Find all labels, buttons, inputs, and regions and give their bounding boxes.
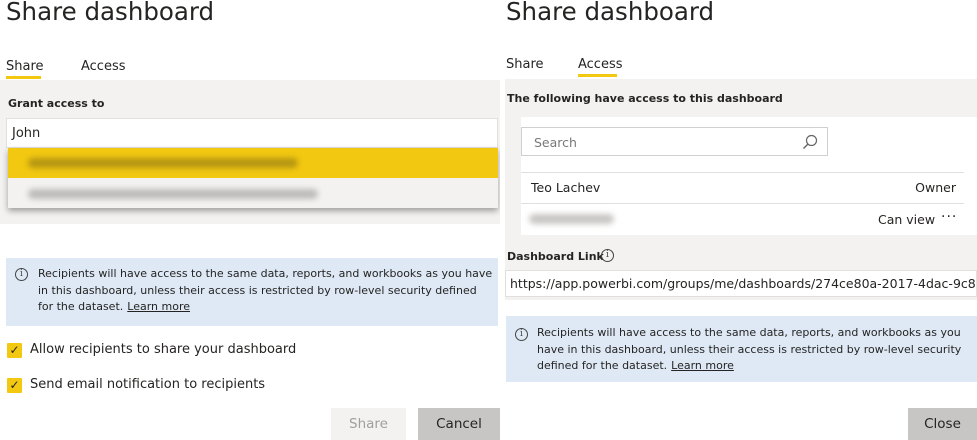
blurred-suggestion-text xyxy=(28,189,318,199)
search-icon[interactable] xyxy=(802,134,818,150)
user-row: Teo Lachev Owner xyxy=(521,173,964,203)
tab-active-indicator xyxy=(6,76,41,79)
dialog-title: Share dashboard xyxy=(6,0,215,26)
cancel-button[interactable]: Cancel xyxy=(418,408,500,440)
info-icon[interactable]: i xyxy=(601,249,614,262)
share-button[interactable]: Share xyxy=(331,408,406,440)
dashboard-link-field[interactable]: https://app.powerbi.com/groups/me/dashbo… xyxy=(505,270,977,297)
access-list-area: Search Teo Lachev Owner Can view ··· xyxy=(521,117,977,235)
info-box: i Recipients will have access to the sam… xyxy=(6,258,498,326)
dashboard-link-label: Dashboard Link xyxy=(507,250,604,263)
tab-access[interactable]: Access xyxy=(578,57,623,72)
user-name: Teo Lachev xyxy=(531,180,601,195)
suggestion-item[interactable] xyxy=(8,148,498,178)
suggestion-item[interactable] xyxy=(8,178,498,208)
grant-access-label: Grant access to xyxy=(8,97,105,110)
send-email-label: Send email notification to recipients xyxy=(30,377,266,392)
search-placeholder: Search xyxy=(534,135,577,150)
allow-share-label: Allow recipients to share your dashboard xyxy=(30,342,297,357)
allow-share-checkbox[interactable]: ✓ xyxy=(7,343,22,358)
tab-active-indicator xyxy=(578,74,617,77)
dialog-title: Share dashboard xyxy=(506,0,715,26)
share-dialog: Share dashboard Share Access Grant acces… xyxy=(0,0,500,440)
user-row: Can view ··· xyxy=(521,204,964,234)
more-options-icon[interactable]: ··· xyxy=(941,209,957,225)
dashboard-link-url: https://app.powerbi.com/groups/me/dashbo… xyxy=(510,276,977,291)
info-icon: i xyxy=(515,328,528,341)
send-email-checkbox[interactable]: ✓ xyxy=(7,378,22,393)
access-heading: The following have access to this dashbo… xyxy=(507,92,783,105)
access-dialog: Share dashboard Share Access The followi… xyxy=(505,0,977,440)
info-box: i Recipients will have access to the sam… xyxy=(506,316,977,382)
suggestion-dropdown xyxy=(8,148,498,208)
tab-access[interactable]: Access xyxy=(81,59,126,74)
learn-more-link[interactable]: Learn more xyxy=(127,300,190,313)
tab-share[interactable]: Share xyxy=(506,57,544,72)
tab-share[interactable]: Share xyxy=(6,59,44,74)
close-button[interactable]: Close xyxy=(908,408,977,440)
grant-access-input-value: John xyxy=(12,126,41,141)
blurred-suggestion-text xyxy=(28,158,298,168)
info-text: Recipients will have access to the same … xyxy=(38,267,493,313)
user-role: Owner xyxy=(915,180,956,195)
info-text: Recipients will have access to the same … xyxy=(537,326,962,372)
info-icon: i xyxy=(15,268,28,281)
permission-dropdown[interactable]: Can view xyxy=(878,212,935,227)
search-input[interactable]: Search xyxy=(521,127,828,156)
blurred-user-name xyxy=(529,214,614,224)
learn-more-link[interactable]: Learn more xyxy=(671,359,734,372)
grant-access-input[interactable]: John xyxy=(6,118,498,148)
